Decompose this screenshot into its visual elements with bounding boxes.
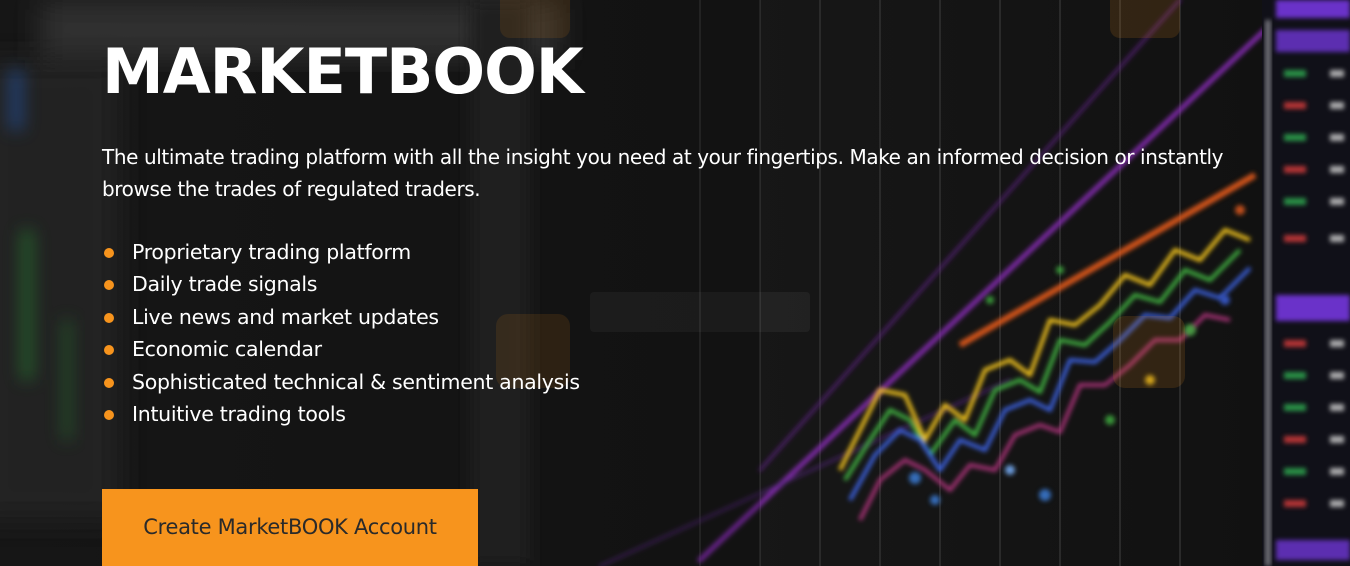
feature-item: Sophisticated technical & sentiment anal… <box>102 366 580 398</box>
feature-item: Live news and market updates <box>102 301 580 333</box>
bullet-dot-icon <box>104 345 114 356</box>
bullet-dot-icon <box>104 312 114 323</box>
feature-label: Daily trade signals <box>132 272 318 297</box>
feature-label: Economic calendar <box>132 337 322 362</box>
feature-item: Proprietary trading platform <box>102 236 580 268</box>
page-title: MARKETBOOK <box>102 35 584 108</box>
feature-label: Proprietary trading platform <box>132 240 411 264</box>
create-account-button[interactable]: Create MarketBOOK Account <box>102 489 478 566</box>
bullet-dot-icon <box>104 409 114 420</box>
feature-label: Sophisticated technical & sentiment anal… <box>132 369 580 394</box>
feature-item: Economic calendar <box>102 333 580 365</box>
bullet-dot-icon <box>104 248 114 258</box>
bullet-dot-icon <box>104 377 114 388</box>
feature-label: Intuitive trading tools <box>132 401 346 426</box>
feature-label: Live news and market updates <box>132 304 439 329</box>
hero-description: The ultimate trading platform with all t… <box>102 145 1224 201</box>
feature-list: Proprietary trading platform Daily trade… <box>102 236 580 430</box>
bullet-dot-icon <box>104 280 114 291</box>
feature-item: Daily trade signals <box>102 268 580 300</box>
marketbook-hero: MARKETBOOK The ultimate trading platform… <box>0 0 1350 566</box>
feature-item: Intuitive trading tools <box>102 398 580 430</box>
